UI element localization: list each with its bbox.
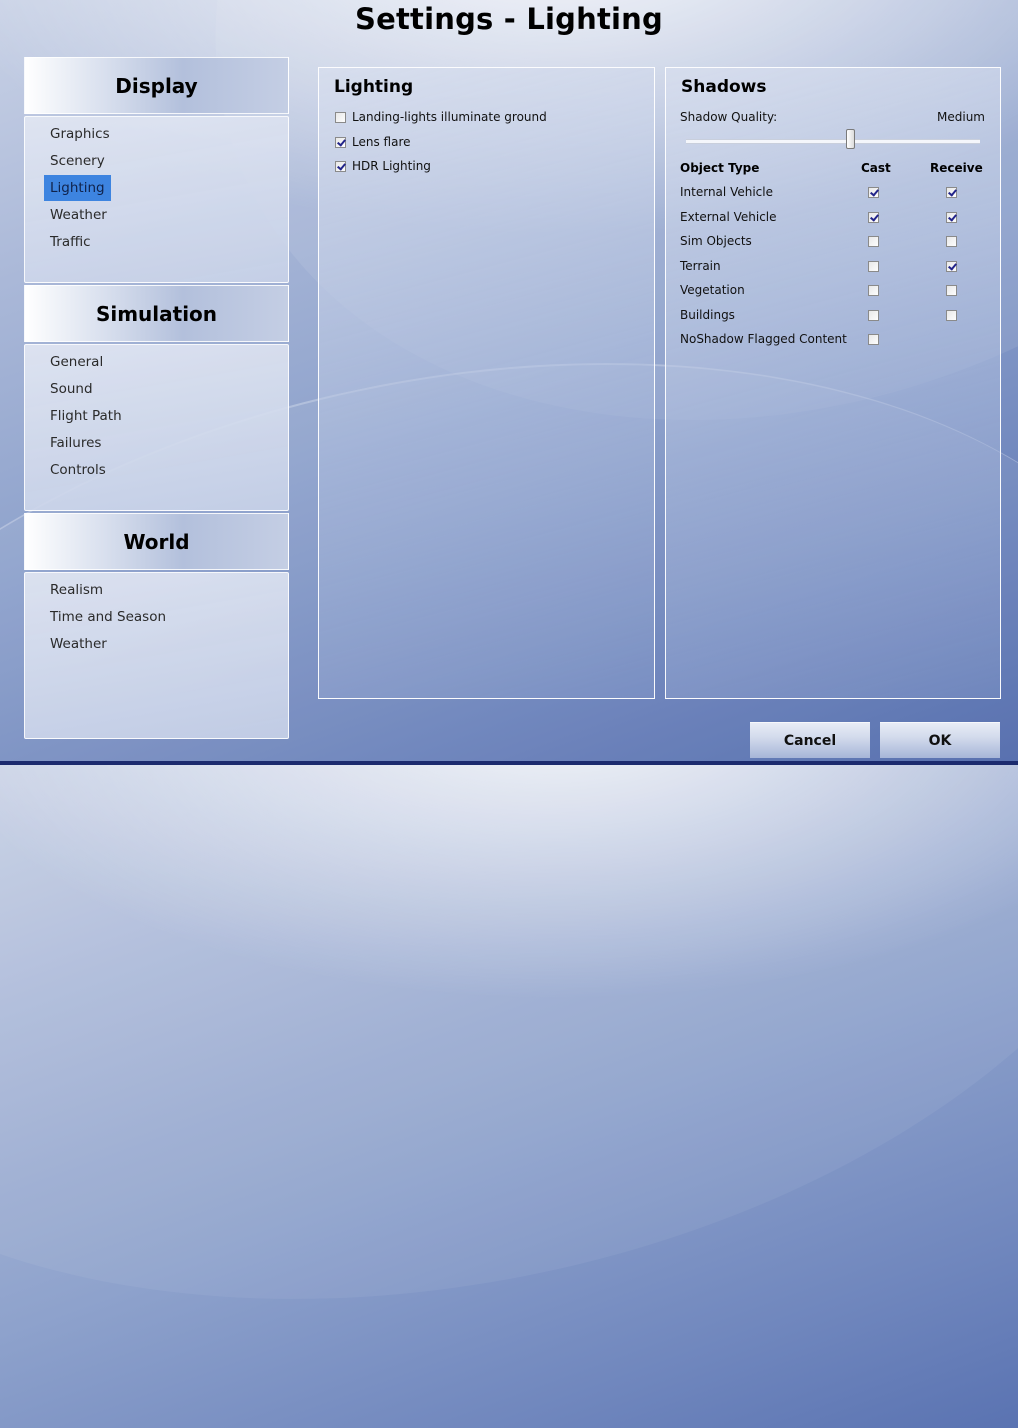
shadow-quality-slider-track[interactable] xyxy=(686,139,980,144)
ok-button[interactable]: OK xyxy=(880,722,1000,758)
shadow-receive-checkbox[interactable] xyxy=(946,211,957,223)
lighting-panel-title: Lighting xyxy=(334,77,414,97)
category-list-simulation: General Sound Flight Path Failures Contr… xyxy=(24,344,289,511)
category-list-display: Graphics Scenery Lighting Weather Traffi… xyxy=(24,116,289,283)
sidebar-item-traffic[interactable]: Traffic xyxy=(44,229,97,255)
hdr-lighting-label: HDR Lighting xyxy=(352,159,431,173)
shadow-receive-checkbox[interactable] xyxy=(946,260,957,272)
shadow-cast-checkbox[interactable] xyxy=(868,236,879,247)
sidebar-item-time-and-season[interactable]: Time and Season xyxy=(44,604,172,630)
shadows-panel-title: Shadows xyxy=(681,77,767,97)
shadow-row-label: Buildings xyxy=(680,307,735,322)
lighting-panel: Lighting Landing-lights illuminate groun… xyxy=(318,67,655,699)
sidebar-item-realism[interactable]: Realism xyxy=(44,577,109,603)
shadow-cast-checkbox[interactable] xyxy=(868,211,879,223)
shadow-cast-checkbox[interactable] xyxy=(868,309,879,321)
sidebar-item-world-weather[interactable]: Weather xyxy=(44,631,113,657)
shadow-row-label: Internal Vehicle xyxy=(680,185,773,199)
shadows-panel: Shadows Shadow Quality: Medium Object Ty… xyxy=(665,67,1001,699)
window-title: Settings - Lighting xyxy=(355,2,663,36)
category-list-world: Realism Time and Season Weather xyxy=(24,572,289,739)
sidebar-item-weather[interactable]: Weather xyxy=(44,202,113,228)
lens-flare-label: Lens flare xyxy=(352,135,411,149)
shadow-cast-checkbox[interactable] xyxy=(868,285,879,296)
shadow-cast-checkbox[interactable] xyxy=(868,187,879,198)
sidebar-item-controls[interactable]: Controls xyxy=(44,457,112,483)
shadow-quality-slider-thumb[interactable] xyxy=(845,129,855,149)
hdr-lighting-checkbox[interactable] xyxy=(335,160,346,172)
sidebar-item-failures[interactable]: Failures xyxy=(44,430,107,456)
hdr-lighting-option[interactable]: HDR Lighting xyxy=(335,159,431,173)
shadow-row-label: External Vehicle xyxy=(680,209,777,224)
shadow-receive-checkbox[interactable] xyxy=(946,309,957,321)
sidebar-item-sound[interactable]: Sound xyxy=(44,376,99,402)
category-header-display[interactable]: Display xyxy=(24,57,289,114)
sidebar-item-flight-path[interactable]: Flight Path xyxy=(44,403,128,429)
shadow-cast-checkbox[interactable] xyxy=(868,334,879,345)
sidebar-item-scenery[interactable]: Scenery xyxy=(44,148,111,174)
landing-lights-option[interactable]: Landing-lights illuminate ground xyxy=(335,110,547,124)
shadow-row-label: Vegetation xyxy=(680,283,745,297)
category-header-world[interactable]: World xyxy=(24,513,289,570)
sidebar-item-graphics[interactable]: Graphics xyxy=(44,121,116,147)
shadow-row-label: NoShadow Flagged Content xyxy=(680,332,847,346)
sidebar-item-lighting[interactable]: Lighting xyxy=(44,175,111,201)
bottom-bar xyxy=(0,761,1018,765)
shadow-quality-value: Medium xyxy=(937,110,985,124)
lens-flare-option[interactable]: Lens flare xyxy=(335,135,411,149)
column-header-receive: Receive xyxy=(930,161,983,175)
landing-lights-label: Landing-lights illuminate ground xyxy=(352,110,547,124)
column-header-cast: Cast xyxy=(861,161,891,175)
column-header-object-type: Object Type xyxy=(680,161,760,175)
cancel-button[interactable]: Cancel xyxy=(750,722,870,758)
sidebar-item-general[interactable]: General xyxy=(44,349,109,375)
shadow-receive-checkbox[interactable] xyxy=(946,236,957,247)
shadow-receive-checkbox[interactable] xyxy=(946,285,957,296)
category-header-simulation[interactable]: Simulation xyxy=(24,285,289,342)
shadow-receive-checkbox[interactable] xyxy=(946,187,957,198)
shadow-quality-label: Shadow Quality: xyxy=(680,110,778,124)
lens-flare-checkbox[interactable] xyxy=(335,136,346,148)
shadow-row-label: Terrain xyxy=(680,258,721,273)
shadow-row-label: Sim Objects xyxy=(680,234,752,248)
shadow-cast-checkbox[interactable] xyxy=(868,260,879,272)
landing-lights-checkbox[interactable] xyxy=(335,111,346,123)
